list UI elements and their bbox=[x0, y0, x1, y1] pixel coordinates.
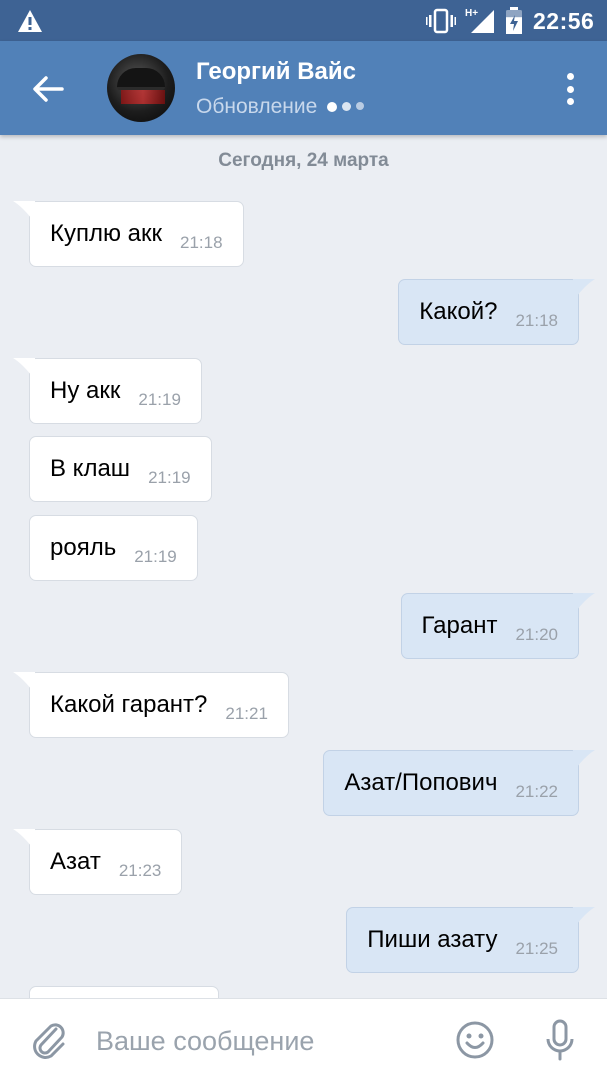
message-bubble[interactable]: Куплю акк 21:18 bbox=[13, 201, 244, 267]
bubble-tail bbox=[13, 201, 35, 223]
message-list[interactable]: Сегодня, 24 марта Куплю акк 21:18 Какой? 21… bbox=[0, 135, 607, 998]
message-text: Какой? bbox=[419, 298, 498, 325]
message-time: 21:19 bbox=[138, 390, 181, 409]
message-time: 21:19 bbox=[134, 547, 177, 566]
attach-icon[interactable] bbox=[29, 1019, 69, 1061]
vibrate-icon bbox=[426, 8, 456, 34]
bubble-tail bbox=[13, 358, 35, 380]
bubble-tail bbox=[573, 593, 595, 615]
message-bubble[interactable]: Какой гарант? 21:21 bbox=[13, 672, 289, 738]
emoji-icon[interactable] bbox=[456, 1021, 494, 1059]
message-text: Пиши азату bbox=[367, 926, 498, 953]
contact-name[interactable]: Георгий Вайс bbox=[196, 58, 356, 86]
message-time: 21:21 bbox=[225, 704, 268, 723]
message-composer: Ваше сообщение bbox=[0, 998, 607, 1080]
bubble-tail bbox=[573, 750, 595, 772]
message-time: 21:25 bbox=[515, 939, 558, 958]
message-bubble[interactable]: Азат/Попович 21:22 bbox=[323, 750, 595, 816]
svg-text:H+: H+ bbox=[465, 8, 478, 19]
message-text: Азат bbox=[50, 848, 101, 875]
message-bubble[interactable]: Гарант 21:20 bbox=[400, 593, 595, 659]
message-text: Гарант bbox=[421, 612, 498, 639]
typing-dots-icon bbox=[327, 102, 365, 112]
bubble-tail bbox=[13, 829, 35, 851]
message-bubble-partial[interactable] bbox=[29, 986, 219, 998]
message-text: рояль bbox=[50, 534, 117, 561]
bubble-tail bbox=[573, 279, 595, 301]
message-bubble[interactable]: В клаш 21:19 bbox=[29, 436, 212, 502]
message-time: 21:19 bbox=[148, 468, 191, 487]
clock: 22:56 bbox=[533, 8, 595, 34]
status-text: Обновление bbox=[196, 95, 318, 118]
message-time: 21:22 bbox=[515, 782, 558, 801]
back-arrow-icon[interactable] bbox=[30, 71, 66, 107]
contact-status: Обновление bbox=[196, 95, 365, 119]
message-text: В клаш bbox=[50, 455, 131, 482]
message-text: Какой гарант? bbox=[50, 691, 208, 718]
message-text: Ну акк bbox=[50, 377, 121, 404]
message-time: 21:18 bbox=[515, 311, 558, 330]
message-time: 21:23 bbox=[118, 861, 162, 880]
message-bubble[interactable]: Пиши азату 21:25 bbox=[346, 907, 595, 973]
bubble-tail bbox=[13, 672, 35, 694]
date-separator: Сегодня, 24 марта bbox=[218, 150, 389, 171]
chat-header: Георгий Вайс Обновление bbox=[0, 41, 607, 135]
status-bar: H+ 22:56 bbox=[0, 0, 607, 41]
message-bubble[interactable]: рояль 21:19 bbox=[29, 515, 198, 581]
message-text: Куплю акк bbox=[50, 220, 162, 247]
cellular-signal-icon: H+ bbox=[465, 8, 494, 33]
message-time: 21:18 bbox=[180, 233, 223, 252]
message-bubble[interactable]: Азат 21:23 bbox=[13, 829, 183, 895]
battery-icon bbox=[506, 7, 522, 34]
microphone-icon[interactable] bbox=[544, 1019, 576, 1061]
message-time: 21:20 bbox=[515, 625, 558, 644]
bubble-tail bbox=[573, 907, 595, 929]
warning-icon bbox=[18, 10, 42, 32]
message-input[interactable]: Ваше сообщение bbox=[96, 1026, 314, 1057]
avatar[interactable] bbox=[107, 54, 175, 122]
message-text: Азат/Попович bbox=[344, 769, 498, 796]
message-bubble[interactable]: Ну акк 21:19 bbox=[13, 358, 202, 424]
more-options-icon[interactable] bbox=[556, 69, 584, 109]
message-bubble[interactable]: Какой? 21:18 bbox=[398, 279, 595, 345]
